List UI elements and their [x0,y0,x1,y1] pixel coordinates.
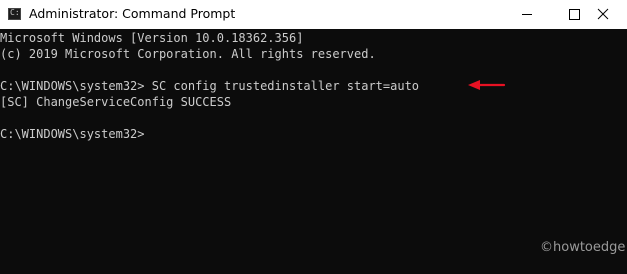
close-icon [597,8,609,20]
console-line: (c) 2019 Microsoft Corporation. All righ… [0,47,376,61]
minimize-button[interactable] [504,0,550,29]
minimize-icon [522,14,532,15]
title-bar[interactable]: C:\ Administrator: Command Prompt [0,0,627,29]
console-line: Microsoft Windows [Version 10.0.18362.35… [0,31,304,45]
console-command-line: C:\WINDOWS\system32> SC config trustedin… [0,79,420,93]
red-arrow-icon [468,80,506,90]
command-prompt-window: C:\ Administrator: Command Prompt Micros… [0,0,627,274]
watermark: ©howtoedge [540,240,626,255]
console-prompt-line: C:\WINDOWS\system32> [0,127,145,141]
close-button[interactable] [581,0,627,29]
cmd-icon: C:\ [8,8,21,20]
window-title: Administrator: Command Prompt [29,6,236,21]
console-line: [SC] ChangeServiceConfig SUCCESS [0,95,232,109]
console-output[interactable]: Microsoft Windows [Version 10.0.18362.35… [0,30,627,274]
